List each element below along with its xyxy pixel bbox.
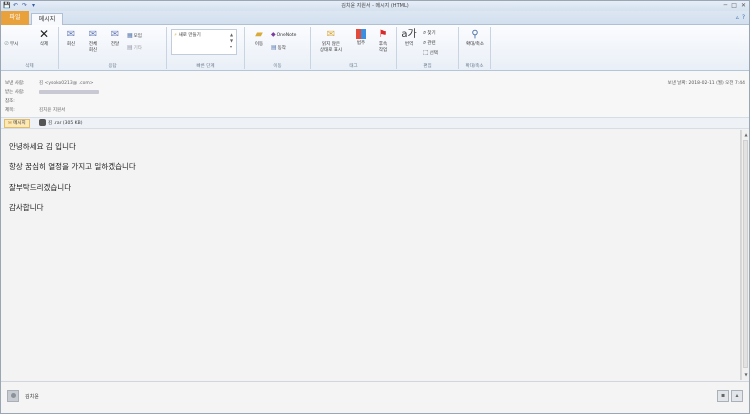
message-header: 보낸 사람: 김 <ysoko0213@ .com> 받는 사람: 참조: 제목:… [1, 71, 749, 117]
group-move: ▰ 이동 ◆OneNote ▤동작 이동 [245, 27, 311, 69]
magnifier-icon: ⚲ [471, 29, 479, 40]
categorize-button[interactable]: 범주 [351, 29, 371, 46]
related-button[interactable]: ⌕관련 [423, 39, 436, 47]
body-line: 잘부탁드리겠습니다 [9, 183, 72, 192]
group-delete: ⊘무시 ✕ 삭제 삭제 [1, 27, 59, 69]
reply-button[interactable]: ✉ 회신 [61, 29, 81, 47]
translate-icon: a가 [401, 29, 417, 40]
close-button[interactable]: ✕ [741, 2, 746, 9]
subject-row: 제목: 김치윤 지원서 [5, 108, 66, 113]
from-value[interactable]: 김 <ysoko0213@ .com> [39, 81, 94, 86]
folder-icon: ▰ [255, 29, 263, 40]
to-value-redacted [39, 89, 99, 94]
sent-date: 보낸 날짜: 2018-02-11 (월) 오전 7:44 [667, 81, 745, 86]
ignore-button[interactable]: ⊘무시 [4, 40, 18, 48]
delete-icon: ✕ [38, 27, 50, 41]
help-icons: ▵ ? [736, 14, 745, 21]
subject-value: 김치윤 지원서 [39, 108, 66, 113]
contact-icon[interactable]: ▪ [717, 390, 729, 402]
reply-icon: ✉ [66, 29, 76, 40]
people-pane: 김치윤 ▪ ▴ [1, 381, 749, 413]
from-row: 보낸 사람: 김 <ysoko0213@ .com> [5, 81, 94, 86]
avatar[interactable] [7, 390, 19, 402]
meeting-button[interactable]: ▦모임 [127, 32, 142, 40]
reply-all-button[interactable]: ✉ 전체 회신 [83, 29, 103, 53]
body-line: 항상 꿈심히 열정을 가지고 일하겠습니다 [9, 162, 136, 171]
select-button[interactable]: ⬚선택 [423, 49, 438, 57]
cc-row: 참조: [5, 99, 15, 104]
body-line: 감사합니다 [9, 203, 44, 212]
ribbon-tabs: 파일 메시지 ▵ ? [1, 11, 749, 26]
binoculars-icon: ⌕ [423, 29, 427, 36]
group-tags: ✉ 읽지 않은 상태로 표시 범주 ⚑ 후속 작업 태그 [311, 27, 397, 69]
zoom-button[interactable]: ⚲ 확대/축소 [461, 29, 489, 47]
expand-pane-icon[interactable]: ▴ [731, 390, 743, 402]
group-zoom: ⚲ 확대/축소 확대/축소 [459, 27, 491, 69]
window-title: 김치윤 지원서 - 메시지 (HTML) [341, 3, 409, 9]
title-bar: 💾 ↶ ↷ ▾ 김치윤 지원서 - 메시지 (HTML) ─ □ ✕ [1, 1, 749, 11]
group-quick-steps: ⚡ 새로 만들기 ▲ ▼ ▾ 빠른 단계 [167, 27, 245, 69]
gallery-scroll[interactable]: ▲ ▼ ▾ [230, 32, 235, 50]
message-icon: ✉ [8, 121, 12, 126]
related-icon: ⌕ [423, 39, 427, 46]
outlook-message-window: 💾 ↶ ↷ ▾ 김치윤 지원서 - 메시지 (HTML) ─ □ ✕ 파일 메시… [0, 0, 750, 414]
group-respond: ✉ 회신 ✉ 전체 회신 ✉ 전달 ▦모임 ▤기타 응답 [59, 27, 167, 69]
quick-steps-gallery[interactable]: ⚡ 새로 만들기 ▲ ▼ ▾ [171, 29, 237, 55]
people-pane-toggles: ▪ ▴ [717, 390, 743, 402]
ribbon-collapse-icon[interactable]: ▵ [736, 14, 739, 21]
move-button[interactable]: ▰ 이동 [249, 29, 269, 47]
actions-icon: ▤ [271, 44, 277, 51]
ribbon: ⊘무시 ✕ 삭제 삭제 ✉ 회신 ✉ 전체 회신 ✉ 전달 ▦모임 ▤기타 응답 ⚡ 새… [1, 25, 749, 71]
select-icon: ⬚ [423, 49, 429, 56]
person-name[interactable]: 김치윤 [25, 393, 39, 400]
mark-unread-button[interactable]: ✉ 읽지 않은 상태로 표시 [313, 29, 349, 53]
categorize-icon [356, 29, 366, 39]
reply-all-icon: ✉ [88, 29, 98, 40]
quick-step-new[interactable]: 새로 만들기 [179, 33, 201, 38]
message-tab-button[interactable]: ✉ 메시지 [4, 119, 30, 128]
scroll-down-icon[interactable]: ▼ [743, 372, 749, 378]
minimize-button[interactable]: ─ [724, 2, 728, 9]
actions-button[interactable]: ▤동작 [271, 44, 286, 52]
body-line: 안녕하세요 김 입니다 [9, 142, 76, 151]
scroll-up-icon[interactable]: ▲ [743, 132, 749, 138]
flag-icon: ⚑ [378, 29, 388, 40]
translate-button[interactable]: a가 번역 [399, 29, 419, 47]
window-controls: ─ □ ✕ [724, 2, 746, 9]
scroll-thumb[interactable] [743, 140, 748, 368]
to-row: 받는 사람: [5, 89, 99, 95]
vertical-scrollbar[interactable]: ▲ ▼ [741, 130, 749, 380]
onenote-icon: ◆ [271, 31, 276, 38]
maximize-button[interactable]: □ [731, 2, 737, 9]
find-button[interactable]: ⌕찾기 [423, 29, 436, 37]
attachment-bar: ✉ 메시지 김 .rar (305 KB) [1, 117, 749, 129]
delete-button[interactable]: ✕ 삭제 [33, 27, 55, 47]
envelope-icon: ✉ [326, 29, 336, 40]
group-editing: a가 번역 ⌕찾기 ⌕관련 ⬚선택 편집 [397, 27, 459, 69]
attachment-file[interactable]: 김 .rar (305 KB) [39, 119, 82, 128]
message-body[interactable]: 안녕하세요 김 입니다 항상 꿈심히 열정을 가지고 일하겠습니다 잘부탁드리겠… [1, 130, 741, 380]
follow-up-button[interactable]: ⚑ 후속 작업 [373, 29, 393, 53]
onenote-button[interactable]: ◆OneNote [271, 31, 296, 39]
forward-button[interactable]: ✉ 전달 [105, 29, 125, 47]
ignore-icon: ⊘ [4, 40, 10, 47]
more-icon: ▤ [127, 44, 133, 51]
help-icon[interactable]: ? [742, 14, 745, 21]
forward-icon: ✉ [110, 29, 120, 40]
meeting-icon: ▦ [127, 32, 133, 39]
archive-icon [39, 119, 46, 126]
quick-step-new-icon: ⚡ [174, 33, 178, 38]
tab-file[interactable]: 파일 [1, 11, 29, 25]
more-respond-button[interactable]: ▤기타 [127, 44, 142, 52]
